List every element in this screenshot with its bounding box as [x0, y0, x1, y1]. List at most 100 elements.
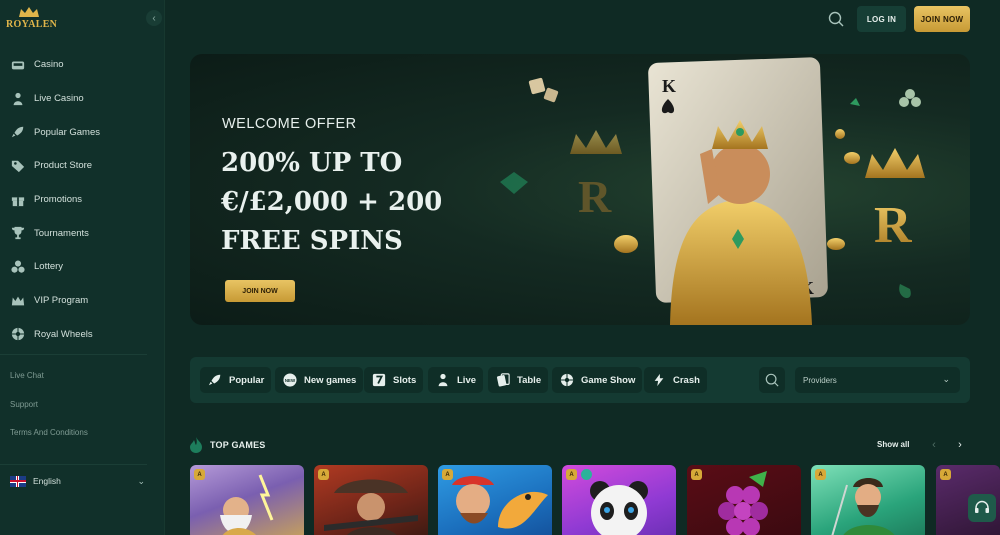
sidebar-item-label: Popular Games [34, 126, 101, 138]
sidebar-item-vip-program[interactable]: VIP Program [0, 284, 165, 318]
filter-game-show[interactable]: Game Show [552, 367, 643, 393]
sidebar-item-product-store[interactable]: Product Store [0, 149, 165, 183]
carousel-next-button[interactable]: › [952, 437, 968, 453]
game-tile[interactable]: A [314, 465, 428, 535]
hero-title-line: €/£2,000 + 200 [221, 187, 443, 217]
sidebar-links: Live Chat Support Terms And Conditions [10, 371, 88, 457]
game-tile[interactable]: A [687, 465, 801, 535]
svg-text:K: K [662, 76, 676, 96]
chevron-left-icon: ‹ [152, 12, 156, 24]
slot-seven-icon [371, 372, 387, 388]
live-chat-link[interactable]: Live Chat [10, 371, 88, 400]
filter-label: Crash [673, 374, 700, 386]
sidebar-item-royal-wheels[interactable]: Royal Wheels [0, 318, 165, 352]
flame-icon [190, 437, 202, 453]
game-tile[interactable]: A [811, 465, 925, 535]
lumberjack-artwork [831, 478, 895, 535]
sidebar-item-label: Live Casino [34, 93, 84, 105]
hero-label: WELCOME OFFER [222, 116, 357, 132]
filter-crash[interactable]: Crash [644, 367, 707, 393]
sidebar-item-popular-games[interactable]: Popular Games [0, 115, 165, 149]
sidebar: ROYALEN ‹ Casino Live Casino Popular Gam… [0, 0, 165, 535]
rocket-icon [10, 125, 25, 140]
support-chat-button[interactable] [968, 494, 996, 522]
sidebar-item-label: Product Store [34, 160, 93, 172]
trophy-icon [10, 226, 25, 241]
sidebar-item-label: Tournaments [34, 227, 89, 239]
search-icon [765, 373, 779, 387]
filter-label: Live [457, 374, 477, 386]
filter-table[interactable]: Table [488, 367, 549, 393]
hero-title: 200% UP TO €/£2,000 + 200 FREE SPINS [221, 144, 442, 261]
sidebar-item-promotions[interactable]: Promotions [0, 183, 165, 217]
hero-title-line: 200% UP TO [221, 148, 403, 178]
game-badge-icon: A [566, 469, 577, 480]
terms-link[interactable]: Terms And Conditions [10, 428, 88, 457]
lottery-icon [10, 259, 25, 274]
brand-logo[interactable]: ROYALEN [6, 6, 57, 34]
game-badge-icon: A [815, 469, 826, 480]
sidebar-item-lottery[interactable]: Lottery [0, 250, 165, 284]
dealer-icon [10, 91, 25, 106]
filter-live[interactable]: Live [428, 367, 484, 393]
casino-icon [10, 57, 25, 72]
gift-icon [10, 192, 25, 207]
login-button[interactable]: LOG IN [857, 6, 906, 32]
cowboy-artwork [324, 479, 418, 535]
dealer-icon [435, 372, 451, 388]
fisherman-artwork [452, 476, 548, 529]
crown-icon [10, 293, 25, 308]
sidebar-item-label: Royal Wheels [34, 328, 93, 340]
providers-dropdown[interactable]: Providers ⌄ [795, 367, 960, 393]
king-card-illustration: K K R R [500, 57, 925, 325]
grapes-artwork [718, 471, 768, 535]
game-tile[interactable]: A [562, 465, 676, 535]
chevron-right-icon: › [958, 439, 962, 451]
game-tile[interactable]: A [190, 465, 304, 535]
chevron-down-icon: ⌄ [137, 475, 145, 486]
panda-artwork [590, 481, 648, 535]
game-badge-icon: A [940, 469, 951, 480]
sidebar-divider [0, 354, 147, 355]
uk-flag-icon [10, 475, 26, 487]
brand-name: ROYALEN [6, 19, 58, 30]
join-now-button[interactable]: JOIN NOW [914, 6, 970, 32]
filter-label: Table [517, 374, 542, 386]
cards-icon [495, 372, 511, 388]
language-selector[interactable]: English ⌄ [10, 474, 145, 488]
svg-text:R: R [578, 171, 612, 222]
filter-label: Slots [393, 374, 417, 386]
svg-text:NEW: NEW [285, 378, 296, 383]
zeus-artwork [220, 474, 274, 535]
game-search-button[interactable] [759, 367, 785, 393]
hero-banner[interactable]: WELCOME OFFER 200% UP TO €/£2,000 + 200 … [190, 54, 970, 325]
hero-join-button[interactable]: JOIN NOW [225, 280, 295, 302]
chevron-down-icon: ⌄ [942, 374, 950, 384]
wheel-icon [559, 372, 575, 388]
sidebar-item-label: Promotions [34, 194, 83, 206]
show-all-link[interactable]: Show all [877, 440, 909, 449]
rocket-icon [207, 372, 223, 388]
svg-text:R: R [874, 197, 913, 254]
sidebar-item-label: Casino [34, 59, 64, 71]
filter-label: New games [304, 374, 357, 386]
search-icon[interactable] [828, 11, 844, 27]
carousel-prev-button[interactable]: ‹ [926, 437, 942, 453]
sidebar-item-label: VIP Program [34, 295, 89, 307]
filter-new-games[interactable]: NEW New games [275, 367, 364, 393]
game-badge-icon: A [194, 469, 205, 480]
game-feature-icon [581, 469, 592, 480]
sidebar-item-live-casino[interactable]: Live Casino [0, 82, 165, 116]
sidebar-item-tournaments[interactable]: Tournaments [0, 216, 165, 250]
crown-logo-icon [19, 7, 39, 17]
lightning-icon [651, 372, 667, 388]
support-link[interactable]: Support [10, 400, 88, 429]
game-badge-icon: A [691, 469, 702, 480]
sidebar-item-casino[interactable]: Casino [0, 48, 165, 82]
filter-slots[interactable]: Slots [364, 367, 424, 393]
collapse-sidebar-button[interactable]: ‹ [146, 10, 162, 26]
filter-popular[interactable]: Popular [200, 367, 272, 393]
wheel-icon [10, 327, 25, 342]
filter-label: Popular [229, 374, 265, 386]
game-tile[interactable]: A [438, 465, 552, 535]
